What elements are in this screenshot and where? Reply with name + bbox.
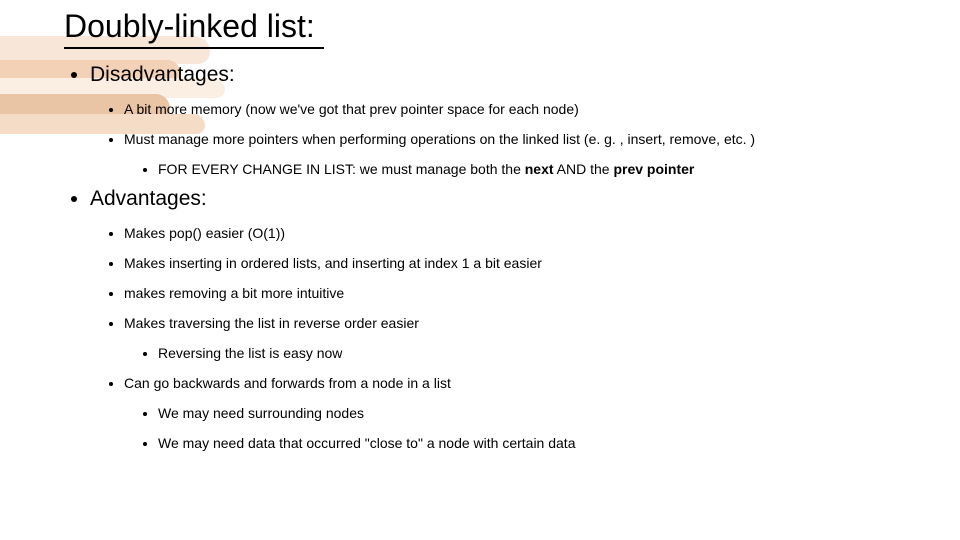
list-item: Makes pop() easier (O(1))	[124, 225, 930, 241]
slide-title: Doubly-linked list:	[64, 8, 324, 49]
advantages-heading: Advantages:	[90, 187, 207, 210]
list-item: A bit more memory (now we've got that pr…	[124, 101, 930, 117]
list-item: Makes traversing the list in reverse ord…	[124, 315, 930, 361]
list-item: We may need surrounding nodes	[158, 405, 930, 421]
text-run-bold: next	[525, 161, 554, 177]
top-list: Disadvantages: A bit more memory (now we…	[64, 63, 930, 451]
disadvantages-list: A bit more memory (now we've got that pr…	[90, 101, 930, 177]
list-item-text: Must manage more pointers when performin…	[124, 131, 755, 147]
list-item: We may need data that occurred "close to…	[158, 435, 930, 451]
disadvantages-section: Disadvantages: A bit more memory (now we…	[90, 63, 930, 177]
text-run-bold: prev pointer	[613, 161, 694, 177]
list-item: Makes inserting in ordered lists, and in…	[124, 255, 930, 271]
slide-content: Doubly-linked list: Disadvantages: A bit…	[0, 0, 960, 451]
advantages-list: Makes pop() easier (O(1)) Makes insertin…	[90, 225, 930, 451]
advantages-section: Advantages: Makes pop() easier (O(1)) Ma…	[90, 187, 930, 451]
sub-list: Reversing the list is easy now	[124, 345, 930, 361]
list-item: Can go backwards and forwards from a nod…	[124, 375, 930, 451]
sub-list: FOR EVERY CHANGE IN LIST: we must manage…	[124, 161, 930, 177]
list-item: Reversing the list is easy now	[158, 345, 930, 361]
list-item: FOR EVERY CHANGE IN LIST: we must manage…	[158, 161, 930, 177]
list-item: makes removing a bit more intuitive	[124, 285, 930, 301]
text-run: FOR EVERY CHANGE IN LIST: we must manage…	[158, 161, 525, 177]
disadvantages-heading: Disadvantages:	[90, 63, 235, 86]
list-item-text: Can go backwards and forwards from a nod…	[124, 375, 451, 391]
list-item: Must manage more pointers when performin…	[124, 131, 930, 177]
sub-list: We may need surrounding nodes We may nee…	[124, 405, 930, 451]
list-item-text: Makes traversing the list in reverse ord…	[124, 315, 419, 331]
text-run: AND the	[554, 161, 614, 177]
